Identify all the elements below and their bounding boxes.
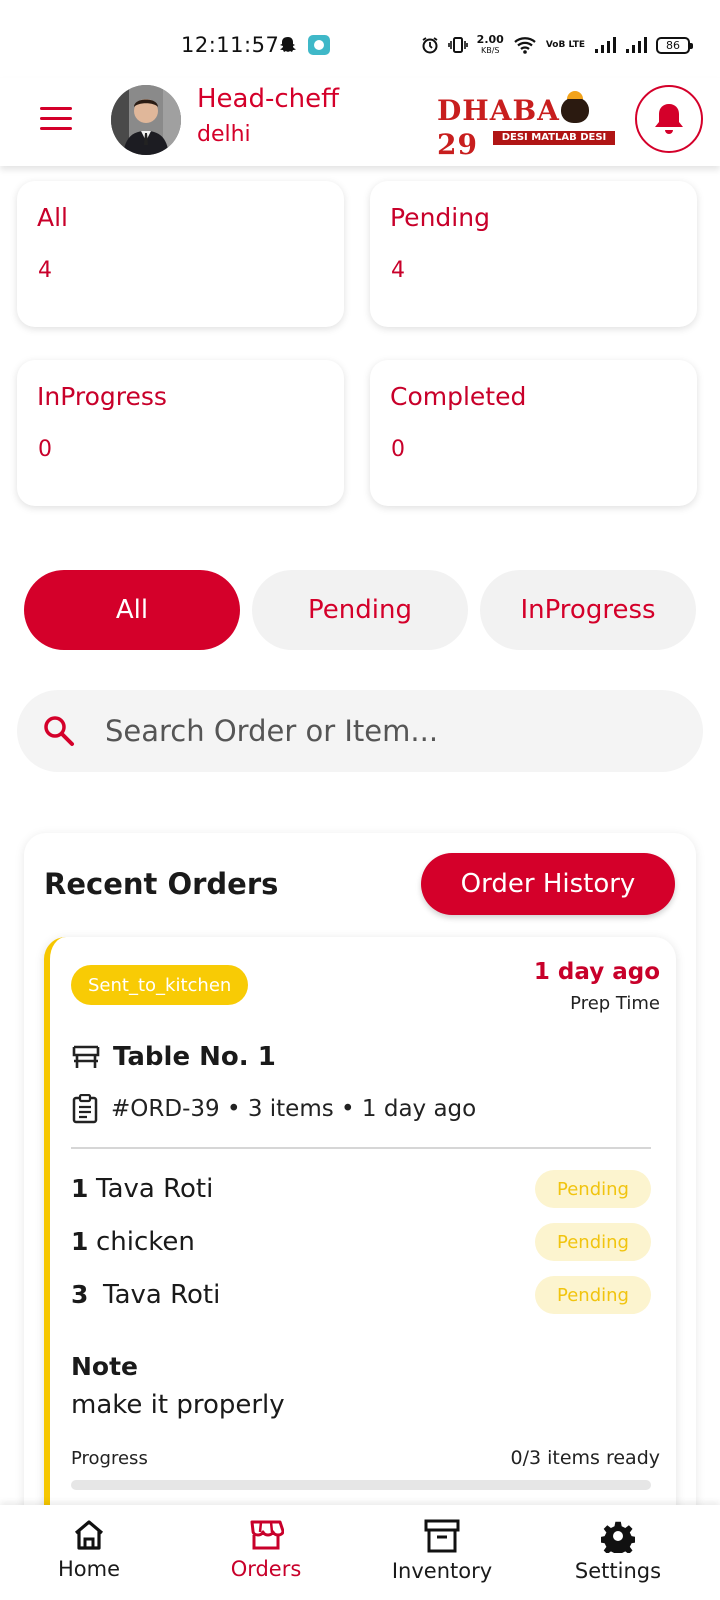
stat-card-completed[interactable]: Completed 0 [370, 360, 697, 506]
prep-time-label: Prep Time [570, 993, 660, 1014]
status-bar: 12:11:57 2.00 KB/S VoB LTE 86 [0, 0, 720, 78]
item-name: chicken [96, 1227, 195, 1257]
alarm-icon [422, 37, 438, 54]
order-status-badge: Sent_to_kitchen [71, 965, 249, 1005]
stat-label: Completed [390, 382, 527, 411]
notifications-button[interactable] [635, 85, 703, 153]
order-item: 3 Tava Roti Pending [71, 1276, 651, 1316]
stat-value: 0 [391, 437, 405, 462]
item-name: Tava Roti [103, 1280, 221, 1310]
item-name: Tava Roti [96, 1174, 214, 1204]
user-name: Head-cheff [197, 84, 340, 114]
stat-card-pending[interactable]: Pending 4 [370, 181, 697, 327]
stat-value: 4 [391, 258, 405, 283]
progress-count: 0/3 items ready [510, 1447, 660, 1469]
home-icon [74, 1520, 104, 1550]
status-indicators: 2.00 KB/S VoB LTE 86 [421, 31, 693, 59]
order-item: 1 Tava Roti Pending [71, 1170, 651, 1210]
nav-label: Home [57, 1557, 120, 1581]
stat-card-inprogress[interactable]: InProgress 0 [17, 360, 344, 506]
user-city: delhi [197, 122, 251, 147]
snapchat-icon [280, 37, 296, 52]
stat-card-all[interactable]: All 4 [17, 181, 344, 327]
nav-item-orders[interactable]: Orders [196, 1519, 336, 1594]
wifi-icon [514, 37, 536, 54]
user-photo [111, 85, 181, 155]
logo-text-right: 29 [437, 128, 478, 161]
note-label: Note [71, 1352, 139, 1381]
pot-icon [560, 91, 589, 123]
filter-chip-all[interactable]: All [24, 570, 240, 650]
menu-button[interactable] [40, 107, 74, 135]
note-text: make it properly [71, 1390, 285, 1420]
network-speed: 2.00 KB/S [477, 34, 504, 56]
search-bar [17, 690, 703, 772]
table-icon [72, 1045, 100, 1068]
item-quantity: 1 [71, 1174, 89, 1203]
clipboard-icon [72, 1094, 98, 1124]
archive-box-icon [424, 1519, 460, 1553]
status-time: 12:11:57 [181, 33, 280, 57]
item-status-badge[interactable]: Pending [535, 1276, 651, 1314]
stat-label: All [37, 203, 68, 232]
stat-value: 0 [38, 437, 52, 462]
store-icon [250, 1520, 284, 1550]
nav-label: Orders [230, 1557, 302, 1581]
item-status-badge[interactable]: Pending [535, 1223, 651, 1261]
logo-text-left: DHABA [437, 94, 560, 127]
progress-bar [71, 1480, 651, 1490]
nav-item-home[interactable]: Home [19, 1519, 159, 1594]
order-history-button[interactable]: Order History [421, 853, 675, 915]
network-speed-unit: KB/S [480, 46, 500, 55]
order-card[interactable]: Sent_to_kitchen 1 day ago Prep Time Tabl… [44, 937, 676, 1600]
nav-item-settings[interactable]: Settings [548, 1519, 688, 1594]
order-item: 1 chicken Pending [71, 1223, 651, 1263]
hamburger-icon [40, 107, 72, 110]
stat-value: 4 [38, 258, 52, 283]
stat-label: Pending [390, 203, 490, 232]
recent-orders-panel: Recent Orders Order History Sent_to_kitc… [24, 833, 696, 1600]
item-quantity: 1 [71, 1227, 89, 1256]
nav-item-inventory[interactable]: Inventory [372, 1519, 512, 1594]
app-header: Head-cheff delhi DHABA29 DESI MATLAB DES… [0, 78, 720, 166]
bottom-navigation: Home Orders Inventory Settings [0, 1505, 720, 1600]
notification-app-icon [308, 35, 330, 55]
battery-icon: 86 [656, 36, 693, 54]
avatar[interactable] [111, 85, 181, 155]
bell-icon [655, 104, 683, 134]
signal-icon [595, 37, 616, 53]
order-meta-row: #ORD-39 • 3 items • 1 day ago [71, 1094, 476, 1124]
filter-chip-inprogress[interactable]: InProgress [480, 570, 696, 650]
logo-tagline: DESI MATLAB DESI [493, 131, 615, 145]
recent-orders-title: Recent Orders [44, 867, 279, 901]
item-quantity: 3 [71, 1280, 89, 1309]
item-status-badge[interactable]: Pending [535, 1170, 651, 1208]
stat-label: InProgress [37, 382, 167, 411]
restaurant-logo: DHABA29 DESI MATLAB DESI [437, 91, 615, 161]
nav-label: Inventory [391, 1559, 493, 1583]
progress-label: Progress [71, 1448, 148, 1469]
table-number: Table No. 1 [113, 1042, 276, 1072]
vibrate-icon [447, 37, 468, 53]
nav-label: Settings [574, 1559, 662, 1583]
filter-chip-pending[interactable]: Pending [252, 570, 468, 650]
table-info: Table No. 1 [71, 1042, 276, 1072]
gear-icon [601, 1521, 635, 1553]
order-age: 1 day ago [533, 959, 660, 985]
signal-icon [626, 37, 647, 53]
volte-indicator: VoB LTE [545, 39, 585, 50]
divider [71, 1147, 651, 1149]
search-input[interactable] [105, 706, 665, 756]
order-meta: #ORD-39 • 3 items • 1 day ago [111, 1096, 477, 1122]
search-icon [44, 716, 74, 746]
